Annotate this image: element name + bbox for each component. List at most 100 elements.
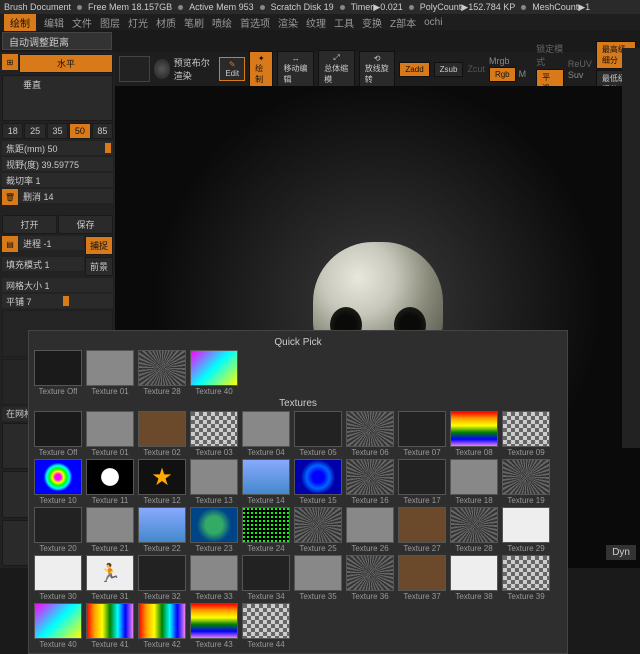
suv-button[interactable]: Suv bbox=[568, 70, 592, 80]
texture-item[interactable]: Texture 42 bbox=[137, 603, 187, 649]
texture-item[interactable]: Texture 35 bbox=[293, 555, 343, 601]
texture-item[interactable]: Texture 01 bbox=[85, 350, 135, 396]
texture-item[interactable]: Texture 15 bbox=[293, 459, 343, 505]
texture-item[interactable]: Texture 01 bbox=[85, 411, 135, 457]
texture-item[interactable]: Texture 40 bbox=[33, 603, 83, 649]
texture-item[interactable]: Texture 40 bbox=[189, 350, 239, 396]
menu-item-7[interactable]: 喷绘 bbox=[212, 15, 232, 30]
texture-item[interactable]: Texture 23 bbox=[189, 507, 239, 553]
texture-item[interactable]: Texture 38 bbox=[449, 555, 499, 601]
texture-item[interactable]: Texture 08 bbox=[449, 411, 499, 457]
texture-item[interactable]: Texture Off bbox=[33, 411, 83, 457]
focal-preset-25[interactable]: 25 bbox=[24, 123, 45, 139]
save-button[interactable]: 保存 bbox=[58, 215, 113, 234]
texture-item[interactable]: Texture 14 bbox=[241, 459, 291, 505]
delete-slider[interactable]: 删消 14 bbox=[19, 189, 113, 203]
menu-item-6[interactable]: 笔刷 bbox=[184, 15, 204, 30]
horizontal-button[interactable]: 水平 bbox=[19, 54, 113, 73]
texture-item[interactable]: Texture 17 bbox=[397, 459, 447, 505]
texture-item[interactable]: Texture 22 bbox=[137, 507, 187, 553]
zsub-button[interactable]: Zsub bbox=[434, 62, 464, 77]
menu-item-5[interactable]: 材质 bbox=[156, 15, 176, 30]
clip-slider[interactable]: 裁切率 1 bbox=[2, 173, 113, 187]
fillmode-slider[interactable]: 填充模式 1 bbox=[2, 257, 84, 271]
draw-button[interactable]: ✦绘制 bbox=[249, 51, 273, 88]
zcut-label[interactable]: Zcut bbox=[467, 64, 485, 74]
texture-item[interactable]: Texture 32 bbox=[137, 555, 187, 601]
menu-item-12[interactable]: 变换 bbox=[362, 15, 382, 30]
texture-item[interactable]: Texture 29 bbox=[501, 507, 551, 553]
focal-preset-18[interactable]: 18 bbox=[2, 123, 23, 139]
auto-adjust-button[interactable]: 自动调整距离 bbox=[2, 32, 112, 50]
texture-item[interactable]: Texture 33 bbox=[189, 555, 239, 601]
texture-item[interactable]: Texture 34 bbox=[241, 555, 291, 601]
texture-item[interactable]: Texture 21 bbox=[85, 507, 135, 553]
texture-item[interactable]: Texture 25 bbox=[293, 507, 343, 553]
menu-item-10[interactable]: 纹理 bbox=[306, 15, 326, 30]
foreground-button[interactable]: 前景 bbox=[85, 257, 113, 276]
texture-item[interactable]: Texture 09 bbox=[501, 411, 551, 457]
menu-item-11[interactable]: 工具 bbox=[334, 15, 354, 30]
brush-preview-icon[interactable] bbox=[119, 56, 150, 82]
resuv-button[interactable]: ReUV bbox=[568, 59, 592, 69]
texture-item[interactable]: Texture 10 bbox=[33, 459, 83, 505]
texture-item[interactable]: 🏃Texture 31 bbox=[85, 555, 135, 601]
focal-preset-35[interactable]: 35 bbox=[47, 123, 68, 139]
texture-item[interactable]: Texture 37 bbox=[397, 555, 447, 601]
texture-item[interactable]: Texture 43 bbox=[189, 603, 239, 649]
texture-item[interactable]: Texture Off bbox=[33, 350, 83, 396]
menu-item-13[interactable]: Z部本 bbox=[390, 15, 416, 30]
texture-item[interactable]: Texture 27 bbox=[397, 507, 447, 553]
edit-button[interactable]: ✎Edit bbox=[219, 57, 245, 81]
texture-item[interactable]: Texture 07 bbox=[397, 411, 447, 457]
rotate-button[interactable]: ⟲放线旋转 bbox=[359, 51, 396, 88]
texture-item[interactable]: Texture 04 bbox=[241, 411, 291, 457]
gridsize-slider[interactable]: 网格大小 1 bbox=[2, 278, 113, 292]
texture-item[interactable]: Texture 06 bbox=[345, 411, 395, 457]
texture-item[interactable]: Texture 05 bbox=[293, 411, 343, 457]
dyn-button[interactable]: Dyn bbox=[606, 545, 636, 560]
menu-item-3[interactable]: 图层 bbox=[100, 15, 120, 30]
texture-item[interactable]: Texture 03 bbox=[189, 411, 239, 457]
texture-item[interactable]: Texture 39 bbox=[501, 555, 551, 601]
tile-slider[interactable]: 平铺 7 bbox=[2, 294, 113, 308]
rgb-button[interactable]: Rgb bbox=[489, 67, 516, 82]
menu-item-8[interactable]: 首选项 bbox=[240, 15, 270, 30]
texture-item[interactable]: Texture 11 bbox=[85, 459, 135, 505]
texture-item[interactable]: Texture 28 bbox=[137, 350, 187, 396]
fov-slider[interactable]: 视野(度) 39.59775 bbox=[2, 157, 113, 171]
texture-item[interactable]: Texture 16 bbox=[345, 459, 395, 505]
trash-icon[interactable]: 🗑 bbox=[2, 189, 18, 205]
menu-item-1[interactable]: 编辑 bbox=[44, 15, 64, 30]
texture-item[interactable]: ★Texture 12 bbox=[137, 459, 187, 505]
zadd-button[interactable]: Zadd bbox=[399, 62, 429, 77]
texture-item[interactable]: Texture 41 bbox=[85, 603, 135, 649]
progress-icon[interactable]: ▤ bbox=[2, 236, 18, 252]
menu-item-2[interactable]: 文件 bbox=[72, 15, 92, 30]
focal-preset-85[interactable]: 85 bbox=[92, 123, 113, 139]
texture-item[interactable]: Texture 02 bbox=[137, 411, 187, 457]
texture-item[interactable]: Texture 36 bbox=[345, 555, 395, 601]
open-button[interactable]: 打开 bbox=[2, 215, 57, 234]
material-sphere-icon[interactable] bbox=[154, 59, 169, 79]
scale-button[interactable]: ⤢总体缩模 bbox=[318, 50, 355, 88]
texture-item[interactable]: Texture 20 bbox=[33, 507, 83, 553]
m-button[interactable]: M bbox=[517, 67, 529, 82]
focal-slider[interactable]: 焦距(mm) 50 bbox=[2, 141, 113, 155]
vertical-button[interactable]: 垂直 bbox=[2, 75, 113, 121]
texture-item[interactable]: Texture 44 bbox=[241, 603, 291, 649]
right-tool-strip[interactable] bbox=[622, 48, 640, 448]
texture-item[interactable]: Texture 19 bbox=[501, 459, 551, 505]
focal-preset-50[interactable]: 50 bbox=[69, 123, 90, 139]
texture-item[interactable]: Texture 28 bbox=[449, 507, 499, 553]
mrgb-button[interactable]: Mrgb bbox=[489, 56, 528, 66]
snap-button[interactable]: 捕捉 bbox=[85, 236, 113, 255]
texture-item[interactable]: Texture 26 bbox=[345, 507, 395, 553]
menu-item-0[interactable]: 绘制 bbox=[4, 14, 36, 31]
texture-item[interactable]: Texture 18 bbox=[449, 459, 499, 505]
move-button[interactable]: ↔移动编辑 bbox=[277, 51, 314, 88]
axis-icon[interactable]: ⊞ bbox=[2, 54, 18, 70]
texture-item[interactable]: Texture 24 bbox=[241, 507, 291, 553]
menu-item-4[interactable]: 灯光 bbox=[128, 15, 148, 30]
menu-item-9[interactable]: 渲染 bbox=[278, 15, 298, 30]
